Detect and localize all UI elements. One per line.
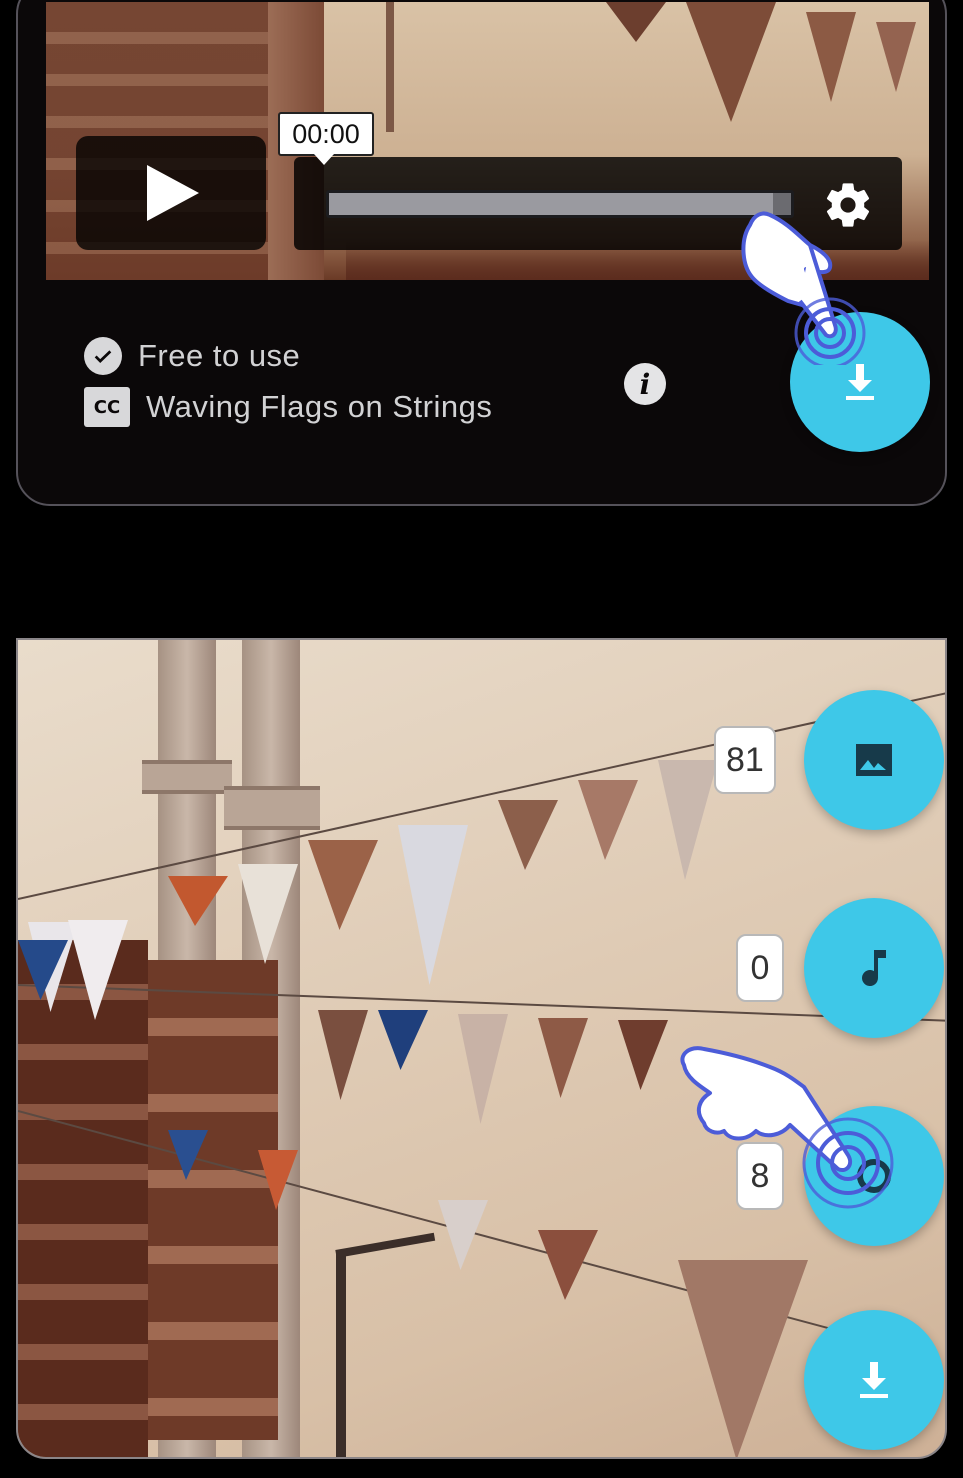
license-row: Free to use: [84, 337, 300, 375]
pennant: [538, 1018, 588, 1098]
pennant: [398, 825, 468, 985]
street-lamp-arm: [335, 1232, 436, 1258]
seek-bar[interactable]: [326, 190, 794, 218]
time-tooltip: 00:00: [278, 112, 374, 165]
download-icon: [846, 364, 874, 400]
music-note-icon: [862, 950, 886, 987]
pennant: [578, 780, 638, 860]
video-flag: [686, 2, 776, 122]
video-card: 00:00 Free to use CC Waving Flags on Str…: [16, 0, 947, 506]
pennant: [378, 1010, 428, 1070]
pennant: [678, 1260, 808, 1457]
download-button-bottom[interactable]: [804, 1310, 944, 1450]
third-action-button[interactable]: [804, 1106, 944, 1246]
pennant: [318, 1010, 368, 1100]
pennant: [658, 760, 718, 880]
video-pole: [386, 2, 394, 132]
video-title: Waving Flags on Strings: [146, 389, 493, 424]
license-label: Free to use: [138, 338, 301, 373]
pennant: [498, 800, 558, 870]
action-icon: [857, 1159, 891, 1193]
video-flag: [876, 22, 916, 92]
gear-icon[interactable]: [822, 179, 874, 231]
street-lamp: [336, 1250, 346, 1457]
pennant: [458, 1014, 508, 1124]
minaret-balcony: [142, 760, 232, 794]
images-count-badge: 81: [714, 726, 776, 794]
pennant: [308, 840, 378, 930]
audio-count-badge: 0: [736, 934, 784, 1002]
title-row: CC Waving Flags on Strings: [84, 387, 492, 427]
video-flag: [606, 2, 666, 42]
building: [18, 940, 148, 1457]
image-icon: [856, 744, 892, 776]
download-button[interactable]: [790, 312, 930, 452]
media-viewer[interactable]: 81 0 8: [16, 638, 947, 1459]
play-icon: [147, 165, 199, 221]
minaret-balcony: [224, 786, 320, 830]
image-button[interactable]: [804, 690, 944, 830]
seek-panel: [294, 157, 902, 250]
third-count-badge: 8: [736, 1142, 784, 1210]
download-icon: [860, 1362, 888, 1398]
video-preview[interactable]: 00:00: [46, 2, 929, 280]
cc-icon: CC: [84, 387, 130, 427]
check-circle-icon: [84, 337, 122, 375]
music-button[interactable]: [804, 898, 944, 1038]
info-icon[interactable]: i: [624, 363, 666, 405]
video-flag: [806, 12, 856, 102]
seek-progress: [329, 193, 773, 215]
play-button[interactable]: [76, 136, 266, 250]
pennant: [618, 1020, 668, 1090]
